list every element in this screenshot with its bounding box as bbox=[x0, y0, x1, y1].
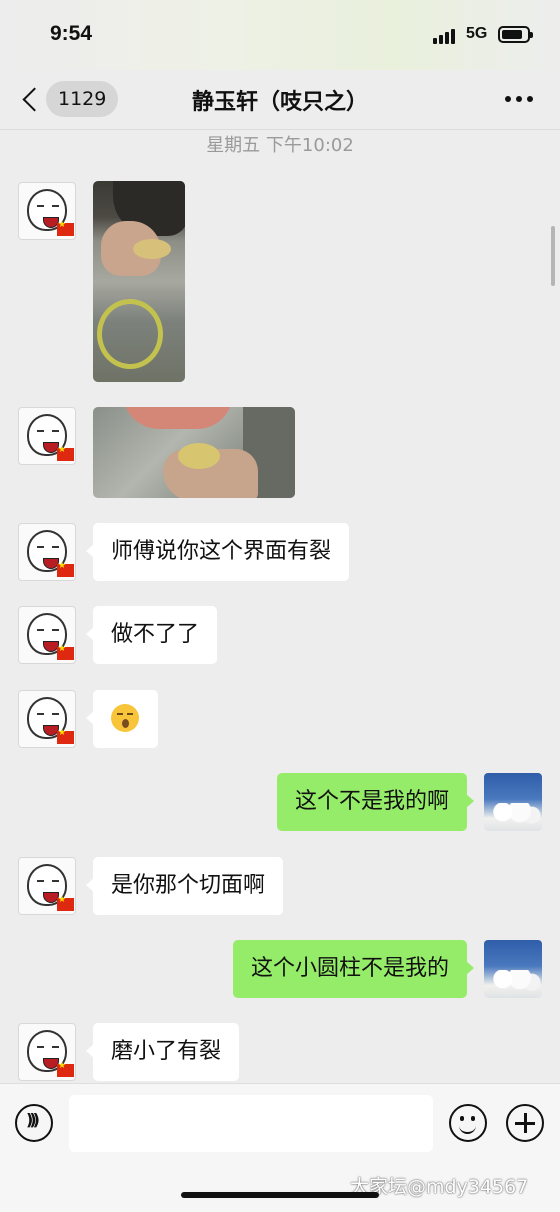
astonished-face-icon bbox=[111, 703, 139, 732]
my-avatar[interactable] bbox=[484, 940, 542, 998]
status-time: 9:54 bbox=[50, 22, 93, 45]
message-list[interactable]: 星期五 下午10:02 师傅说你这个界面有裂 做不了了 这个不是我的啊 是你那个… bbox=[0, 131, 560, 1083]
contact-avatar[interactable] bbox=[18, 690, 76, 748]
contact-avatar[interactable] bbox=[18, 606, 76, 664]
scrollbar[interactable] bbox=[551, 226, 555, 286]
contact-avatar[interactable] bbox=[18, 407, 76, 465]
message-input[interactable] bbox=[69, 1095, 433, 1152]
contact-avatar[interactable] bbox=[18, 857, 76, 915]
contact-avatar[interactable] bbox=[18, 182, 76, 240]
message-timestamp: 星期五 下午10:02 bbox=[206, 135, 354, 156]
message-bubble-received[interactable] bbox=[86, 690, 158, 748]
status-bar: 9:54 5G bbox=[0, 0, 560, 70]
image-message[interactable] bbox=[93, 181, 185, 382]
message-bubble-sent[interactable]: 这个小圆柱不是我的 bbox=[232, 940, 475, 998]
chat-header: 1129 静玉轩（吱只之） bbox=[0, 70, 560, 130]
message-bubble-sent[interactable]: 这个不是我的啊 bbox=[276, 773, 475, 831]
message-bubble-received[interactable]: 做不了了 bbox=[85, 606, 218, 664]
contact-avatar[interactable] bbox=[18, 523, 76, 581]
smiley-icon[interactable] bbox=[449, 1104, 487, 1142]
home-indicator[interactable] bbox=[181, 1192, 379, 1198]
voice-icon[interactable] bbox=[15, 1104, 53, 1142]
more-dots-icon[interactable] bbox=[505, 96, 533, 104]
battery-icon bbox=[498, 26, 533, 43]
message-bubble-received[interactable]: 师傅说你这个界面有裂 bbox=[85, 523, 350, 581]
contact-avatar[interactable] bbox=[18, 1023, 76, 1081]
message-bubble-received[interactable]: 磨小了有裂 bbox=[85, 1023, 240, 1081]
network-type: 5G bbox=[466, 25, 488, 42]
chat-title: 静玉轩（吱只之） bbox=[191, 90, 368, 115]
my-avatar[interactable] bbox=[484, 773, 542, 831]
signal-icon bbox=[433, 28, 459, 44]
message-bubble-received[interactable]: 是你那个切面啊 bbox=[85, 857, 284, 915]
image-message[interactable] bbox=[93, 407, 295, 498]
plus-icon[interactable] bbox=[506, 1104, 544, 1142]
